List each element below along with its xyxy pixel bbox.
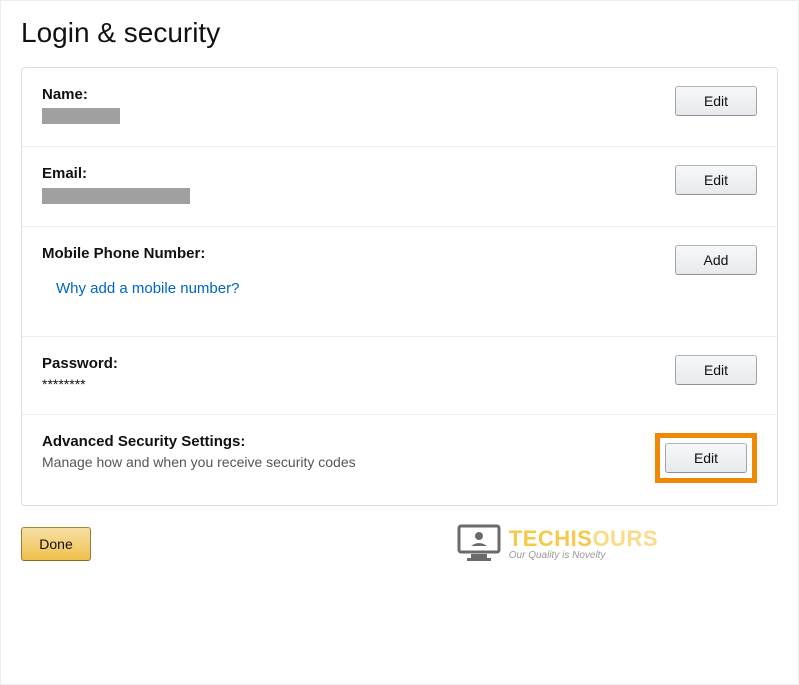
settings-panel: Name: Edit Email: Edit Mobile Phone Numb… <box>21 67 778 506</box>
name-value <box>42 107 675 124</box>
monitor-icon <box>457 524 501 564</box>
highlight-annotation: Edit <box>655 433 757 483</box>
email-value <box>42 186 675 203</box>
add-mobile-button[interactable]: Add <box>675 245 757 275</box>
page-title: Login & security <box>21 17 778 49</box>
redacted-block <box>42 108 120 124</box>
password-value: ******** <box>42 376 675 392</box>
edit-password-button[interactable]: Edit <box>675 355 757 385</box>
section-advanced-security: Advanced Security Settings: Manage how a… <box>22 415 777 505</box>
email-label: Email: <box>42 165 675 182</box>
why-add-mobile-link[interactable]: Why add a mobile number? <box>56 280 239 297</box>
section-name: Name: Edit <box>22 68 777 147</box>
done-button[interactable]: Done <box>21 527 91 561</box>
name-label: Name: <box>42 86 675 103</box>
footer: Done TECHISOURS Our Quality is Novelty <box>21 524 778 564</box>
advanced-label: Advanced Security Settings: <box>42 433 655 450</box>
advanced-help: Manage how and when you receive security… <box>42 454 655 470</box>
edit-name-button[interactable]: Edit <box>675 86 757 116</box>
section-password: Password: ******** Edit <box>22 337 777 415</box>
brand-logo: TECHISOURS Our Quality is Novelty <box>457 524 658 564</box>
brand-name: TECHISOURS <box>509 526 658 552</box>
section-email: Email: Edit <box>22 147 777 226</box>
mobile-label: Mobile Phone Number: <box>42 245 675 262</box>
password-label: Password: <box>42 355 675 372</box>
section-mobile: Mobile Phone Number: Why add a mobile nu… <box>22 227 777 337</box>
redacted-block <box>42 188 190 204</box>
edit-advanced-security-button[interactable]: Edit <box>665 443 747 473</box>
edit-email-button[interactable]: Edit <box>675 165 757 195</box>
